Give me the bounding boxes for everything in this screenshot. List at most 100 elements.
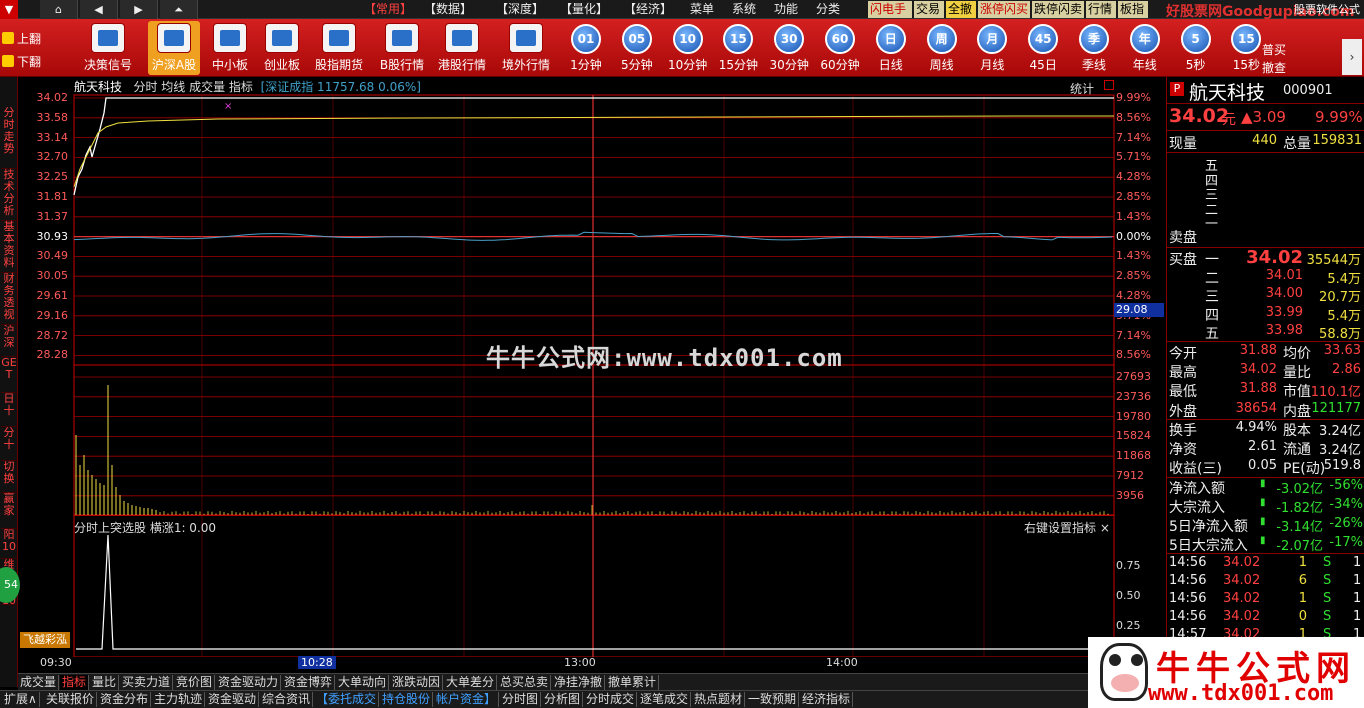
chart-tabs-label[interactable]: 分时 均线 成交量 指标	[133, 80, 252, 94]
left-tab-3[interactable]: 财务透视	[1, 273, 17, 325]
forward-button[interactable]: ▶	[120, 0, 158, 19]
indicator-tab-7[interactable]: 大单动向	[336, 675, 390, 690]
buy-volume: 5.4万	[1327, 308, 1361, 324]
toolbar-button-label: 创业板	[263, 58, 300, 72]
period-button-2[interactable]: 10 10分钟	[663, 22, 713, 76]
toolbar-button-4[interactable]: 股指期货	[312, 21, 366, 75]
quick-button-0[interactable]: 闪电手	[868, 1, 912, 18]
indicator-settings[interactable]: 右键设置指标 ×	[1024, 519, 1110, 536]
period-button-1[interactable]: 05 5分钟	[612, 22, 662, 76]
indicator-tab-2[interactable]: 量比	[90, 675, 120, 690]
period-button-6[interactable]: 日日线	[866, 22, 916, 76]
function-tab-5[interactable]: 综合资讯	[260, 692, 314, 707]
toolbar-scroll-right[interactable]: ›	[1342, 39, 1362, 75]
function-tab-7[interactable]: 持仓股份	[380, 692, 434, 707]
function-tab-3[interactable]: 主力轨迹	[152, 692, 206, 707]
period-button-8[interactable]: 月月线	[967, 22, 1017, 76]
quick-button-4[interactable]: 跌停闪卖	[1032, 1, 1084, 18]
toolbar-button-7[interactable]: 境外行情	[498, 21, 554, 75]
indicator-tab-12[interactable]: 撤单累计	[606, 675, 660, 690]
stat-button[interactable]: 统计	[1070, 80, 1094, 97]
indicator-tab-1[interactable]: 指标	[60, 675, 90, 690]
function-tab-11[interactable]: 分时成交	[584, 692, 638, 707]
left-tab-9[interactable]: 赢家	[1, 493, 17, 529]
indicator-tab-11[interactable]: 净挂净撤	[552, 675, 606, 690]
function-tab-15[interactable]: 经济指标	[800, 692, 854, 707]
period-button-13[interactable]: 15 15秒	[1221, 22, 1271, 76]
function-tab-8[interactable]: 帐户资金】	[434, 692, 500, 707]
quick-button-3[interactable]: 涨停闪买	[978, 1, 1030, 18]
price-axis-label: 32.25	[36, 170, 69, 184]
function-tab-2[interactable]: 资金分布	[98, 692, 152, 707]
function-tab-4[interactable]: 资金驱动	[206, 692, 260, 707]
period-button-4[interactable]: 30 30分钟	[764, 22, 814, 76]
function-tab-1[interactable]: 关联报价	[44, 692, 98, 707]
left-tab-7[interactable]: 分十	[1, 427, 17, 461]
period-button-9[interactable]: 45 45日	[1018, 22, 1068, 76]
left-tab-5[interactable]: GET	[1, 357, 17, 393]
function-tab-10[interactable]: 分析图	[542, 692, 584, 707]
left-tab-1[interactable]: 技术分析	[1, 169, 17, 221]
tick-volume: 6	[1298, 573, 1307, 588]
period-button-10[interactable]: 季季线	[1069, 22, 1119, 76]
indicator-tab-8[interactable]: 涨跌动因	[390, 675, 444, 690]
home-button[interactable]: ⌂	[40, 0, 78, 19]
function-tab-9[interactable]: 分时图	[500, 692, 542, 707]
page-up-button[interactable]: 上翻	[2, 29, 54, 49]
menu-item-1[interactable]: 【数据】	[424, 2, 472, 17]
quick-button-2[interactable]: 全撤	[946, 1, 976, 18]
menu-item-5[interactable]: 菜单	[690, 2, 714, 17]
menu-item-4[interactable]: 【经济】	[624, 2, 672, 17]
up-button[interactable]: ⏶	[160, 0, 198, 19]
period-button-5[interactable]: 60 60分钟	[815, 22, 865, 76]
period-0-icon: 01	[571, 24, 601, 54]
indicator-tab-0[interactable]: 成交量	[18, 675, 60, 690]
chart-expand-icon[interactable]	[1104, 80, 1114, 90]
period-button-7[interactable]: 周周线	[917, 22, 967, 76]
menu-item-3[interactable]: 【量化】	[560, 2, 608, 17]
toolbar-button-5[interactable]: B股行情	[374, 21, 430, 75]
buy-volume: 5.4万	[1327, 271, 1361, 287]
indicator-tab-5[interactable]: 资金驱动力	[216, 675, 282, 690]
indicator-tab-3[interactable]: 买卖力道	[120, 675, 174, 690]
toolbar-button-1[interactable]: 沪深A股	[148, 21, 200, 75]
buy-level-label: 二	[1205, 270, 1219, 287]
menu-item-2[interactable]: 【深度】	[496, 2, 544, 17]
menu-item-7[interactable]: 功能	[774, 2, 798, 17]
menu-item-6[interactable]: 系统	[732, 2, 756, 17]
period-3-icon: 15	[723, 24, 754, 54]
app-logo[interactable]: ▼	[0, 0, 18, 19]
menu-item-8[interactable]: 分类	[816, 2, 840, 17]
left-tab-4[interactable]: 沪深	[1, 325, 17, 357]
period-button-0[interactable]: 01 1分钟	[561, 22, 611, 76]
menu-item-0[interactable]: 【常用】	[364, 2, 412, 17]
function-tab-0[interactable]: 扩展∧	[2, 692, 40, 707]
function-tab-14[interactable]: 一致预期	[746, 692, 800, 707]
quick-button-6[interactable]: 板指	[1118, 1, 1148, 18]
function-tab-13[interactable]: 热点题材	[692, 692, 746, 707]
left-tab-6[interactable]: 日十	[1, 393, 17, 427]
toolbar-button-2[interactable]: 中小板	[206, 21, 254, 75]
back-button[interactable]: ◀	[80, 0, 118, 19]
left-tab-8[interactable]: 切换	[1, 461, 17, 493]
left-tab-0[interactable]: 分时走势	[1, 107, 17, 169]
toolbar-button-0[interactable]: 决策信号	[80, 21, 136, 75]
period-button-3[interactable]: 15 15分钟	[713, 22, 763, 76]
indicator-tab-9[interactable]: 大单差分	[444, 675, 498, 690]
indicator-tab-10[interactable]: 总买总卖	[498, 675, 552, 690]
indicator-tab-6[interactable]: 资金博弈	[282, 675, 336, 690]
function-tab-12[interactable]: 逐笔成交	[638, 692, 692, 707]
quick-button-1[interactable]: 交易	[914, 1, 944, 18]
toolbar-button-3[interactable]: 创业板	[258, 21, 306, 75]
pct-axis-label: 2.85%	[1116, 190, 1151, 203]
indicator-tab-4[interactable]: 竞价图	[174, 675, 216, 690]
left-tab-2[interactable]: 基本资料	[1, 221, 17, 273]
period-button-11[interactable]: 年年线	[1120, 22, 1170, 76]
page-down-button[interactable]: 下翻	[2, 52, 54, 72]
toolbar-button-6[interactable]: 港股行情	[434, 21, 490, 75]
period-button-12[interactable]: 5 5秒	[1171, 22, 1221, 76]
quick-button-5[interactable]: 行情	[1086, 1, 1116, 18]
function-tab-6[interactable]: 【委托成交	[314, 692, 380, 707]
fly-badge[interactable]: 飞越彩泓	[20, 632, 70, 648]
left-tab-10[interactable]: 阳10	[1, 529, 17, 559]
